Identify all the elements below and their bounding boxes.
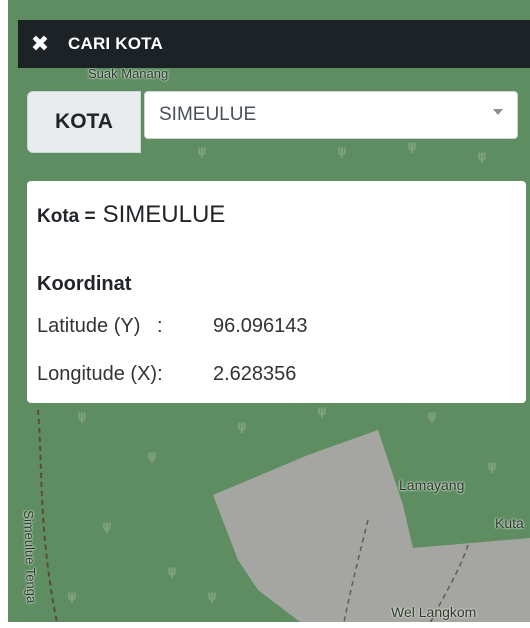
kota-label: KOTA xyxy=(27,91,141,153)
kota-select-value: SIMEULUE xyxy=(159,104,257,125)
map-label-wel-langkom: Wel Langkom xyxy=(391,604,477,620)
map-label-lamayang: Lamayang xyxy=(399,477,465,493)
map-label-simeulue-tengah: Simeulue Tenga xyxy=(21,510,40,604)
latitude-label: Latitude (Y) : xyxy=(37,315,163,337)
map-clearing xyxy=(213,430,530,628)
city-info-card: Kota = SIMEULUE Koordinat Latitude (Y) :… xyxy=(27,181,526,403)
svg-text:ψ: ψ xyxy=(338,144,346,158)
svg-text:ψ: ψ xyxy=(68,589,76,603)
kota-select[interactable]: SIMEULUE xyxy=(144,91,518,139)
svg-text:ψ: ψ xyxy=(238,419,246,433)
svg-text:ψ: ψ xyxy=(198,144,206,158)
svg-text:ψ: ψ xyxy=(103,519,111,533)
svg-text:ψ: ψ xyxy=(208,589,216,603)
kota-value: SIMEULUE xyxy=(102,201,226,228)
svg-text:ψ: ψ xyxy=(478,149,486,163)
latitude-row: Latitude (Y) : 96.096143 xyxy=(37,315,308,338)
svg-text:ψ: ψ xyxy=(78,409,86,423)
svg-text:ψ: ψ xyxy=(428,409,436,423)
panel-title: CARI KOTA xyxy=(68,34,163,53)
map-label-kuta: Kuta xyxy=(495,515,524,531)
kota-row: Kota = SIMEULUE xyxy=(37,201,225,229)
longitude-row: Longitude (X): 2.628356 xyxy=(37,363,296,386)
map-road xyxy=(37,409,59,628)
svg-text:ψ: ψ xyxy=(408,139,416,153)
svg-text:ψ: ψ xyxy=(148,449,156,463)
longitude-label: Longitude (X): xyxy=(37,363,163,385)
svg-text:ψ: ψ xyxy=(488,459,496,473)
longitude-value: 2.628356 xyxy=(213,363,297,385)
kota-key: Kota = xyxy=(37,206,96,227)
koordinat-heading: Koordinat xyxy=(37,273,132,295)
chevron-down-icon xyxy=(493,109,503,115)
latitude-value: 96.096143 xyxy=(213,315,308,337)
map-label-suak-manang: Suak Manang xyxy=(88,66,169,81)
bottom-gutter xyxy=(0,622,530,628)
svg-text:ψ: ψ xyxy=(168,564,176,578)
close-button[interactable]: ✖ xyxy=(18,20,62,68)
left-gutter xyxy=(0,0,8,628)
svg-text:ψ: ψ xyxy=(318,404,326,418)
search-city-panel-header: ✖ CARI KOTA xyxy=(18,20,530,68)
close-icon: ✖ xyxy=(30,31,50,57)
